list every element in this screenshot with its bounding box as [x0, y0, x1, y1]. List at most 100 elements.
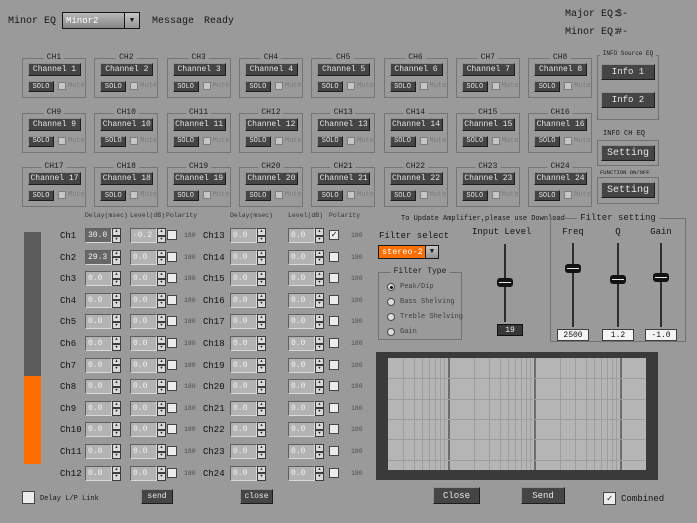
delay-input-ch16-value[interactable]: 0.0	[230, 293, 257, 308]
level-input-ch12-value[interactable]: 0.0	[130, 466, 157, 481]
level-input-ch9-value[interactable]: 0.0	[130, 401, 157, 416]
channel-button-3[interactable]: Channel 3	[173, 63, 226, 76]
slider-track-gain[interactable]	[660, 243, 662, 327]
solo-button-2[interactable]: SOLO	[100, 81, 126, 92]
level-input-ch3-up-icon[interactable]: ▲	[157, 271, 166, 279]
polarity-checkbox-ch4[interactable]	[167, 295, 177, 305]
solo-button-21[interactable]: SOLO	[317, 190, 343, 201]
solo-button-5[interactable]: SOLO	[317, 81, 343, 92]
info-2-button[interactable]: Info 2	[601, 92, 655, 108]
level-input-ch21[interactable]: 0.0▲▼	[288, 401, 325, 416]
mute-checkbox-24[interactable]	[564, 191, 572, 199]
polarity-checkbox-ch5[interactable]	[167, 316, 177, 326]
level-input-ch15[interactable]: 0.0▲▼	[288, 271, 325, 286]
delay-input-ch11-value[interactable]: 0.0	[85, 444, 112, 459]
delay-input-ch13[interactable]: 0.0▲▼	[230, 228, 267, 243]
solo-button-15[interactable]: SOLO	[462, 136, 488, 147]
level-input-ch2-up-icon[interactable]: ▲	[157, 250, 166, 258]
mute-checkbox-17[interactable]	[58, 191, 66, 199]
mute-checkbox-6[interactable]	[420, 82, 428, 90]
delay-input-ch7-up-icon[interactable]: ▲	[112, 358, 121, 366]
level-input-ch5-up-icon[interactable]: ▲	[157, 314, 166, 322]
delay-input-ch4-down-icon[interactable]: ▼	[112, 300, 121, 308]
polarity-checkbox-ch1[interactable]	[167, 230, 177, 240]
delay-input-ch22-down-icon[interactable]: ▼	[257, 430, 266, 438]
delay-input-ch9[interactable]: 0.0▲▼	[85, 401, 122, 416]
level-input-ch18-value[interactable]: 0.0	[288, 336, 315, 351]
delay-input-ch21-down-icon[interactable]: ▼	[257, 408, 266, 416]
polarity-checkbox-ch9[interactable]	[167, 403, 177, 413]
mute-checkbox-10[interactable]	[130, 137, 138, 145]
mute-checkbox-2[interactable]	[130, 82, 138, 90]
mute-checkbox-22[interactable]	[420, 191, 428, 199]
mute-checkbox-20[interactable]	[275, 191, 283, 199]
level-input-ch22-value[interactable]: 0.0	[288, 422, 315, 437]
slider-track-q[interactable]	[617, 243, 619, 327]
dropdown-arrow-icon[interactable]: ▼	[425, 246, 438, 258]
delay-input-ch4[interactable]: 0.0▲▼	[85, 293, 122, 308]
delay-input-ch18[interactable]: 0.0▲▼	[230, 336, 267, 351]
channel-button-15[interactable]: Channel 15	[462, 118, 515, 131]
delay-input-ch6-value[interactable]: 0.0	[85, 336, 112, 351]
mute-checkbox-8[interactable]	[564, 82, 572, 90]
mute-checkbox-18[interactable]	[130, 191, 138, 199]
delay-input-ch2-down-icon[interactable]: ▼	[112, 257, 121, 265]
level-input-ch12-up-icon[interactable]: ▲	[157, 466, 166, 474]
delay-input-ch10-down-icon[interactable]: ▼	[112, 430, 121, 438]
radio-icon[interactable]	[387, 313, 395, 321]
level-input-ch11[interactable]: 0.0▲▼	[130, 444, 167, 459]
polarity-checkbox-ch20[interactable]	[329, 381, 339, 391]
polarity-checkbox-ch6[interactable]	[167, 338, 177, 348]
level-input-ch14-up-icon[interactable]: ▲	[315, 250, 324, 258]
level-input-ch11-down-icon[interactable]: ▼	[157, 452, 166, 460]
level-input-ch2-value[interactable]: 0.0	[130, 250, 157, 265]
level-input-ch2-down-icon[interactable]: ▼	[157, 257, 166, 265]
polarity-checkbox-ch8[interactable]	[167, 381, 177, 391]
level-input-ch11-up-icon[interactable]: ▲	[157, 444, 166, 452]
delay-input-ch12-down-icon[interactable]: ▼	[112, 473, 121, 481]
level-input-ch24-up-icon[interactable]: ▲	[315, 466, 324, 474]
solo-button-7[interactable]: SOLO	[462, 81, 488, 92]
delay-input-ch6[interactable]: 0.0▲▼	[85, 336, 122, 351]
level-input-ch7-value[interactable]: 0.0	[130, 358, 157, 373]
level-input-ch3-down-icon[interactable]: ▼	[157, 279, 166, 287]
delay-input-ch15-down-icon[interactable]: ▼	[257, 279, 266, 287]
delay-input-ch13-up-icon[interactable]: ▲	[257, 228, 266, 236]
level-input-ch20-down-icon[interactable]: ▼	[315, 387, 324, 395]
filter-type-option-bass-shelving[interactable]: Bass Shelving	[387, 298, 455, 306]
level-input-ch15-down-icon[interactable]: ▼	[315, 279, 324, 287]
polarity-checkbox-ch12[interactable]	[167, 468, 177, 478]
level-input-ch19[interactable]: 0.0▲▼	[288, 358, 325, 373]
slider-track-freq[interactable]	[572, 243, 574, 327]
level-input-ch16[interactable]: 0.0▲▼	[288, 293, 325, 308]
polarity-checkbox-ch16[interactable]	[329, 295, 339, 305]
solo-button-4[interactable]: SOLO	[245, 81, 271, 92]
delay-input-ch8-value[interactable]: 0.0	[85, 379, 112, 394]
level-input-ch7-down-icon[interactable]: ▼	[157, 365, 166, 373]
delay-input-ch14[interactable]: 0.0▲▼	[230, 250, 267, 265]
function-setting-button[interactable]: Setting	[601, 182, 655, 198]
delay-input-ch11-up-icon[interactable]: ▲	[112, 444, 121, 452]
solo-button-16[interactable]: SOLO	[534, 136, 560, 147]
delay-input-ch8[interactable]: 0.0▲▼	[85, 379, 122, 394]
delay-input-ch16-up-icon[interactable]: ▲	[257, 293, 266, 301]
mute-checkbox-5[interactable]	[347, 82, 355, 90]
level-input-ch6[interactable]: 0.0▲▼	[130, 336, 167, 351]
solo-button-24[interactable]: SOLO	[534, 190, 560, 201]
level-input-ch23-down-icon[interactable]: ▼	[315, 452, 324, 460]
delay-input-ch3-value[interactable]: 0.0	[85, 271, 112, 286]
combined-checkbox[interactable]: ✓	[603, 492, 616, 505]
delay-input-ch8-down-icon[interactable]: ▼	[112, 387, 121, 395]
delay-input-ch16[interactable]: 0.0▲▼	[230, 293, 267, 308]
info-1-button[interactable]: Info 1	[601, 64, 655, 80]
delay-input-ch4-value[interactable]: 0.0	[85, 293, 112, 308]
level-input-ch16-value[interactable]: 0.0	[288, 293, 315, 308]
input-level-slider[interactable]	[504, 244, 506, 322]
delay-input-ch9-down-icon[interactable]: ▼	[112, 408, 121, 416]
solo-button-20[interactable]: SOLO	[245, 190, 271, 201]
delay-input-ch22[interactable]: 0.0▲▼	[230, 422, 267, 437]
level-input-ch4-up-icon[interactable]: ▲	[157, 293, 166, 301]
slider-thumb-freq[interactable]	[565, 264, 581, 273]
level-input-ch18-down-icon[interactable]: ▼	[315, 344, 324, 352]
solo-button-19[interactable]: SOLO	[173, 190, 199, 201]
